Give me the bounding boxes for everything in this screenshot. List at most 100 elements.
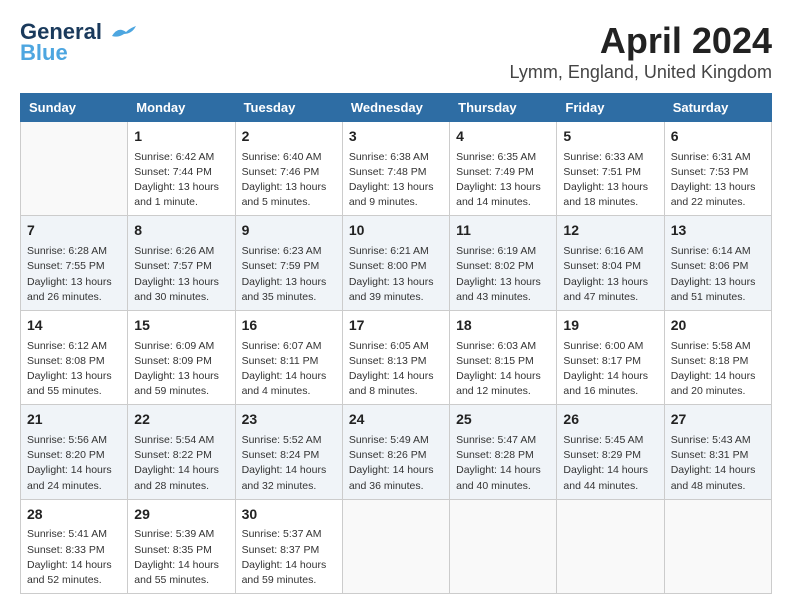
day-detail: Sunrise: 5:54 AM Sunset: 8:22 PM Dayligh…: [134, 433, 228, 494]
calendar-cell: 4Sunrise: 6:35 AM Sunset: 7:49 PM Daylig…: [450, 122, 557, 216]
calendar-cell: 18 Sunrise: 6:03 AM Sunset: 8:15 PM Dayli…: [450, 310, 557, 404]
day-number: 1: [134, 127, 228, 147]
weekday-header: Thursday: [450, 94, 557, 122]
day-number: 8: [134, 221, 228, 241]
logo: General Blue: [20, 20, 138, 66]
day-number: 11: [456, 221, 550, 241]
day-number: 30: [242, 505, 336, 525]
calendar-cell: 27 Sunrise: 5:43 AM Sunset: 8:31 PM Dayli…: [664, 405, 771, 499]
day-detail: Sunrise: 6:23 AM Sunset: 7:59 PM Dayligh…: [242, 244, 336, 305]
calendar-cell: 6Sunrise: 6:31 AM Sunset: 7:53 PM Daylig…: [664, 122, 771, 216]
calendar-cell: 20Sunrise: 5:58 AM Sunset: 8:18 PM Dayli…: [664, 310, 771, 404]
calendar-cell: 23 Sunrise: 5:52 AM Sunset: 8:24 PM Dayli…: [235, 405, 342, 499]
day-detail: Sunrise: 5:39 AM Sunset: 8:35 PM Dayligh…: [134, 527, 228, 588]
calendar-cell: 13 Sunrise: 6:14 AM Sunset: 8:06 PM Dayli…: [664, 216, 771, 310]
day-number: 24: [349, 410, 443, 430]
calendar-cell: 16 Sunrise: 6:07 AM Sunset: 8:11 PM Dayli…: [235, 310, 342, 404]
calendar-cell: 12 Sunrise: 6:16 AM Sunset: 8:04 PM Dayli…: [557, 216, 664, 310]
day-number: 19: [563, 316, 657, 336]
day-detail: Sunrise: 6:19 AM Sunset: 8:02 PM Dayligh…: [456, 244, 550, 305]
day-number: 3: [349, 127, 443, 147]
calendar-cell: [342, 499, 449, 593]
weekday-header: Wednesday: [342, 94, 449, 122]
day-detail: Sunrise: 6:26 AM Sunset: 7:57 PM Dayligh…: [134, 244, 228, 305]
calendar-cell: 17 Sunrise: 6:05 AM Sunset: 8:13 PM Dayli…: [342, 310, 449, 404]
day-detail: Sunrise: 6:14 AM Sunset: 8:06 PM Dayligh…: [671, 244, 765, 305]
calendar-cell: 24 Sunrise: 5:49 AM Sunset: 8:26 PM Dayli…: [342, 405, 449, 499]
calendar-week-row: 14 Sunrise: 6:12 AM Sunset: 8:08 PM Dayli…: [21, 310, 772, 404]
day-number: 10: [349, 221, 443, 241]
weekday-header: Saturday: [664, 94, 771, 122]
calendar-cell: 26 Sunrise: 5:45 AM Sunset: 8:29 PM Dayli…: [557, 405, 664, 499]
weekday-header: Tuesday: [235, 94, 342, 122]
calendar-cell: 19 Sunrise: 6:00 AM Sunset: 8:17 PM Dayli…: [557, 310, 664, 404]
calendar-week-row: 7 Sunrise: 6:28 AM Sunset: 7:55 PM Daylig…: [21, 216, 772, 310]
day-number: 25: [456, 410, 550, 430]
day-number: 5: [563, 127, 657, 147]
weekday-header: Monday: [128, 94, 235, 122]
day-detail: Sunrise: 5:58 AM Sunset: 8:18 PM Dayligh…: [671, 339, 765, 400]
day-detail: Sunrise: 6:28 AM Sunset: 7:55 PM Dayligh…: [27, 244, 121, 305]
day-detail: Sunrise: 6:38 AM Sunset: 7:48 PM Dayligh…: [349, 150, 443, 211]
day-number: 16: [242, 316, 336, 336]
calendar-cell: 29Sunrise: 5:39 AM Sunset: 8:35 PM Dayli…: [128, 499, 235, 593]
day-detail: Sunrise: 6:03 AM Sunset: 8:15 PM Dayligh…: [456, 339, 550, 400]
calendar-cell: 3 Sunrise: 6:38 AM Sunset: 7:48 PM Daylig…: [342, 122, 449, 216]
day-detail: Sunrise: 6:31 AM Sunset: 7:53 PM Dayligh…: [671, 150, 765, 211]
calendar-week-row: 28Sunrise: 5:41 AM Sunset: 8:33 PM Dayli…: [21, 499, 772, 593]
day-detail: Sunrise: 6:16 AM Sunset: 8:04 PM Dayligh…: [563, 244, 657, 305]
calendar-cell: 25 Sunrise: 5:47 AM Sunset: 8:28 PM Dayli…: [450, 405, 557, 499]
day-detail: Sunrise: 6:07 AM Sunset: 8:11 PM Dayligh…: [242, 339, 336, 400]
day-number: 12: [563, 221, 657, 241]
calendar-cell: 8 Sunrise: 6:26 AM Sunset: 7:57 PM Daylig…: [128, 216, 235, 310]
calendar-cell: [450, 499, 557, 593]
day-number: 22: [134, 410, 228, 430]
calendar-cell: 9 Sunrise: 6:23 AM Sunset: 7:59 PM Daylig…: [235, 216, 342, 310]
day-number: 18: [456, 316, 550, 336]
logo-bird-icon: [110, 24, 138, 42]
weekday-header: Sunday: [21, 94, 128, 122]
day-number: 21: [27, 410, 121, 430]
day-number: 2: [242, 127, 336, 147]
day-number: 14: [27, 316, 121, 336]
calendar-header-row: SundayMondayTuesdayWednesdayThursdayFrid…: [21, 94, 772, 122]
calendar-table: SundayMondayTuesdayWednesdayThursdayFrid…: [20, 93, 772, 594]
day-detail: Sunrise: 6:35 AM Sunset: 7:49 PM Dayligh…: [456, 150, 550, 211]
day-detail: Sunrise: 6:40 AM Sunset: 7:46 PM Dayligh…: [242, 150, 336, 211]
day-number: 23: [242, 410, 336, 430]
day-detail: Sunrise: 6:12 AM Sunset: 8:08 PM Dayligh…: [27, 339, 121, 400]
calendar-cell: 1 Sunrise: 6:42 AM Sunset: 7:44 PM Daylig…: [128, 122, 235, 216]
day-number: 29: [134, 505, 228, 525]
day-detail: Sunrise: 6:05 AM Sunset: 8:13 PM Dayligh…: [349, 339, 443, 400]
calendar-cell: 5 Sunrise: 6:33 AM Sunset: 7:51 PM Daylig…: [557, 122, 664, 216]
day-detail: Sunrise: 6:33 AM Sunset: 7:51 PM Dayligh…: [563, 150, 657, 211]
calendar-cell: 2 Sunrise: 6:40 AM Sunset: 7:46 PM Daylig…: [235, 122, 342, 216]
day-detail: Sunrise: 6:21 AM Sunset: 8:00 PM Dayligh…: [349, 244, 443, 305]
day-detail: Sunrise: 6:42 AM Sunset: 7:44 PM Dayligh…: [134, 150, 228, 211]
day-number: 9: [242, 221, 336, 241]
calendar-cell: 28Sunrise: 5:41 AM Sunset: 8:33 PM Dayli…: [21, 499, 128, 593]
calendar-cell: 10 Sunrise: 6:21 AM Sunset: 8:00 PM Dayli…: [342, 216, 449, 310]
calendar-cell: 22 Sunrise: 5:54 AM Sunset: 8:22 PM Dayli…: [128, 405, 235, 499]
day-detail: Sunrise: 5:43 AM Sunset: 8:31 PM Dayligh…: [671, 433, 765, 494]
day-number: 13: [671, 221, 765, 241]
day-number: 7: [27, 221, 121, 241]
weekday-header: Friday: [557, 94, 664, 122]
day-number: 15: [134, 316, 228, 336]
day-detail: Sunrise: 5:52 AM Sunset: 8:24 PM Dayligh…: [242, 433, 336, 494]
calendar-cell: 21Sunrise: 5:56 AM Sunset: 8:20 PM Dayli…: [21, 405, 128, 499]
day-detail: Sunrise: 5:49 AM Sunset: 8:26 PM Dayligh…: [349, 433, 443, 494]
day-detail: Sunrise: 6:00 AM Sunset: 8:17 PM Dayligh…: [563, 339, 657, 400]
calendar-week-row: 21Sunrise: 5:56 AM Sunset: 8:20 PM Dayli…: [21, 405, 772, 499]
day-number: 26: [563, 410, 657, 430]
day-number: 27: [671, 410, 765, 430]
day-detail: Sunrise: 5:47 AM Sunset: 8:28 PM Dayligh…: [456, 433, 550, 494]
page-subtitle: Lymm, England, United Kingdom: [510, 62, 772, 83]
title-block: April 2024 Lymm, England, United Kingdom: [510, 20, 772, 83]
day-detail: Sunrise: 5:45 AM Sunset: 8:29 PM Dayligh…: [563, 433, 657, 494]
calendar-week-row: 1 Sunrise: 6:42 AM Sunset: 7:44 PM Daylig…: [21, 122, 772, 216]
day-number: 17: [349, 316, 443, 336]
logo-blue-text: Blue: [20, 40, 68, 66]
page-title: April 2024: [510, 20, 772, 62]
calendar-cell: 14 Sunrise: 6:12 AM Sunset: 8:08 PM Dayli…: [21, 310, 128, 404]
